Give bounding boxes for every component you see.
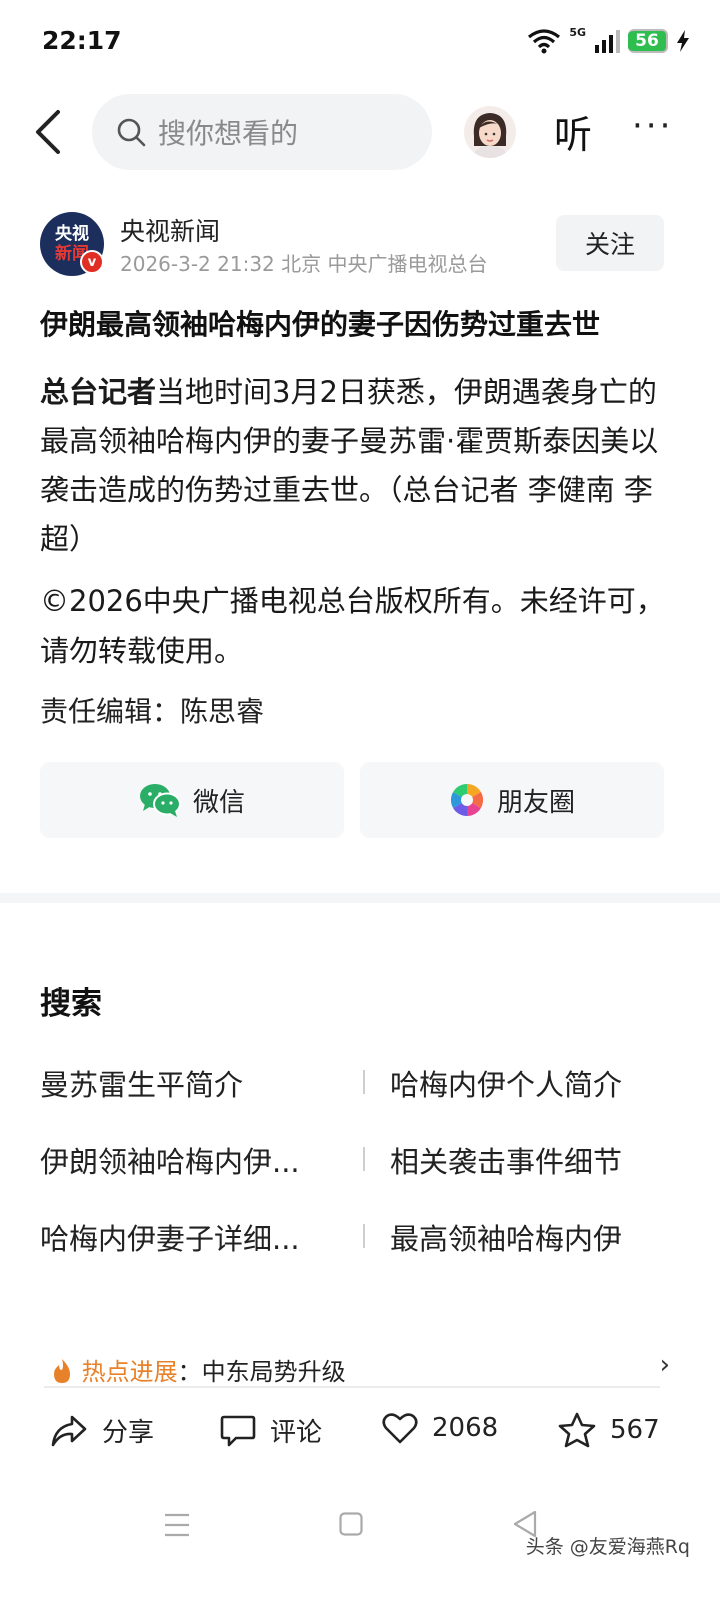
search-icon <box>117 118 146 147</box>
favorite-button[interactable]: 567 <box>558 1412 660 1448</box>
suggestion-separator <box>363 1070 365 1094</box>
bottom-action-bar: 分享 评论 2068 567 <box>0 1400 720 1472</box>
signal-icon <box>595 30 620 53</box>
copyright-notice: ©2026中央广播电视总台版权所有。未经许可，请勿转载使用。 <box>40 584 665 668</box>
flame-icon <box>54 1359 70 1383</box>
wifi-icon <box>528 29 561 54</box>
suggestion-separator <box>363 1224 365 1248</box>
search-suggestion[interactable]: 哈梅内伊个人简介 <box>390 1062 622 1104</box>
share-moments-button[interactable]: 朋友圈 <box>360 762 664 838</box>
suggestion-separator <box>363 1147 365 1171</box>
share-icon <box>51 1415 87 1446</box>
comment-button[interactable]: 评论 <box>220 1412 322 1449</box>
hot-topic-divider <box>44 1386 660 1388</box>
search-suggestion[interactable]: 哈梅内伊妻子详细... <box>40 1216 300 1258</box>
author-logo-line1: 央视 <box>55 224 89 244</box>
comment-label: 评论 <box>270 1418 323 1448</box>
favorite-count: 567 <box>610 1415 660 1445</box>
search-suggestion[interactable]: 伊朗领袖哈梅内伊... <box>40 1139 300 1181</box>
search-input[interactable]: 搜你想看的 <box>92 94 432 170</box>
battery-icon: 56 <box>628 29 668 53</box>
charging-icon <box>677 30 689 52</box>
star-icon <box>558 1412 596 1448</box>
watermark: 头条 @友爱海燕Rq <box>525 1536 690 1558</box>
section-divider <box>0 893 720 903</box>
moments-icon <box>450 783 484 817</box>
listen-button[interactable]: 听 <box>554 104 592 159</box>
hot-topic-content: 热点进展：中东局势升级 <box>50 1352 346 1386</box>
article-title: 伊朗最高领袖哈梅内伊的妻子因伤势过重去世 <box>40 308 601 341</box>
search-suggestion[interactable]: 相关袭击事件细节 <box>390 1139 622 1181</box>
article-lead: 总台记者 <box>40 375 157 409</box>
back-button[interactable] <box>28 108 68 156</box>
editor-credit: 责任编辑：陈思睿 <box>40 695 265 728</box>
article-body: 总台记者当地时间3月2日获悉，伊朗遇袭身亡的最高领袖哈梅内伊的妻子曼苏雷·霍贾斯… <box>40 368 680 564</box>
share-moments-label: 朋友圈 <box>496 787 575 818</box>
search-placeholder: 搜你想看的 <box>158 117 299 150</box>
menu-icon[interactable] <box>164 1512 190 1538</box>
follow-button[interactable]: 关注 <box>556 215 664 271</box>
top-bar: 搜你想看的 听 ··· <box>0 92 720 172</box>
search-section-title: 搜索 <box>40 986 102 1022</box>
chevron-right-icon: › <box>659 1350 670 1380</box>
more-button[interactable]: ··· <box>632 106 673 146</box>
author-name[interactable]: 央视新闻 <box>120 212 220 248</box>
hot-topic-text: ：中东局势升级 <box>177 1358 346 1386</box>
status-icons: 5G 56 <box>527 26 690 56</box>
wechat-icon <box>139 784 181 817</box>
network-type: 5G <box>569 26 586 39</box>
hot-topic-label: 热点进展 <box>81 1358 178 1386</box>
search-suggestion[interactable]: 曼苏雷生平简介 <box>40 1062 243 1104</box>
chevron-left-icon <box>36 110 60 154</box>
comment-icon <box>220 1415 256 1446</box>
like-button[interactable]: 2068 <box>382 1412 498 1444</box>
status-time: 22:17 <box>42 26 122 55</box>
like-count: 2068 <box>432 1413 499 1443</box>
status-bar: 22:17 5G 56 <box>0 0 720 80</box>
share-wechat-button[interactable]: 微信 <box>40 762 344 838</box>
hot-topic-bar[interactable]: 热点进展：中东局势升级 › <box>40 1346 680 1386</box>
avatar[interactable] <box>464 106 516 158</box>
home-icon[interactable] <box>339 1512 363 1536</box>
user-avatar-icon <box>472 113 508 158</box>
search-suggestion[interactable]: 最高领袖哈梅内伊 <box>390 1216 622 1258</box>
heart-icon <box>382 1413 418 1444</box>
verified-badge-icon: v <box>80 250 104 274</box>
share-wechat-label: 微信 <box>192 787 245 818</box>
author-meta: 2026-3-2 21:32 北京 中央广播电视总台 <box>120 252 488 276</box>
author-row: 央视 新闻 v 央视新闻 2026-3-2 21:32 北京 中央广播电视总台 … <box>40 212 680 278</box>
share-button[interactable]: 分享 <box>50 1412 154 1449</box>
share-label: 分享 <box>102 1418 155 1448</box>
